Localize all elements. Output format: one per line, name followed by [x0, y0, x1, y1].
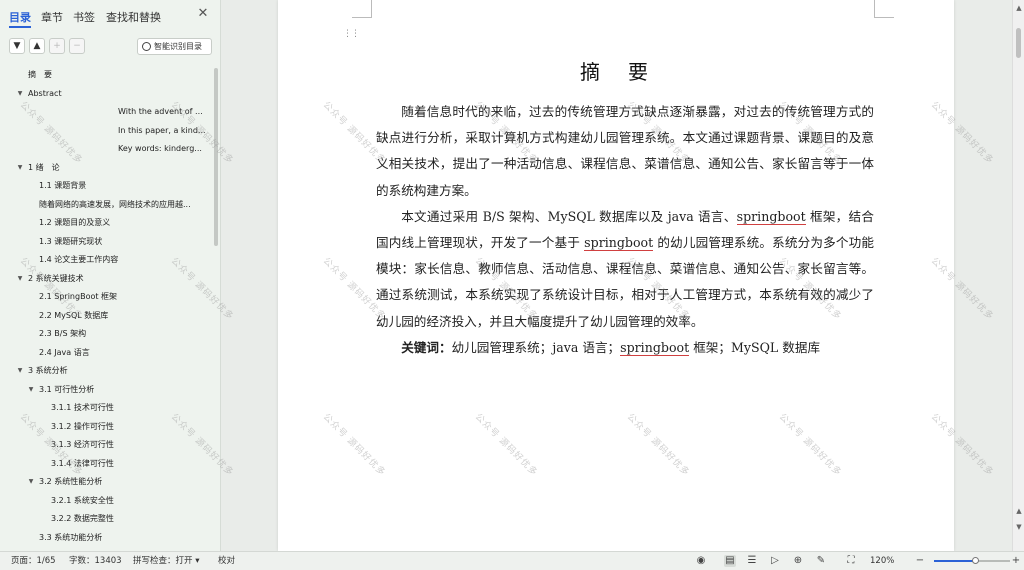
- toc-item[interactable]: 3.1.2 操作可行性: [51, 418, 208, 436]
- zoom-slider-knob[interactable]: [971, 557, 979, 564]
- tab-sections[interactable]: 章节: [41, 9, 63, 25]
- status-bar: 页面：1/65 字数：13403 拼写检查：打开 ▾ 校对 ◉ ▤ ☰ ▷ ⊕ …: [0, 551, 1024, 570]
- text-run: 本文通过采用 B/S 架构、MySQL 数据库以及 java 语言、: [401, 208, 737, 224]
- toc-item[interactable]: 3 系统分析: [28, 362, 208, 380]
- expand-caret-icon[interactable]: ▼: [16, 85, 24, 103]
- toc-item[interactable]: With the advent of ...: [118, 103, 208, 121]
- toc-item[interactable]: 3.2.1 系统安全性: [51, 492, 208, 510]
- scroll-down-icon[interactable]: ▼: [1015, 522, 1023, 532]
- web-icon[interactable]: ⊕: [792, 555, 804, 567]
- zoom-out-icon[interactable]: −: [914, 555, 926, 567]
- toc-item[interactable]: 3.3 系统功能分析: [39, 529, 208, 547]
- abstract-paragraph-1: 随着信息时代的来临，过去的传统管理方式缺点逐渐暴露，对过去的传统管理方式的缺点进…: [376, 104, 874, 198]
- navigation-pane: 目录 章节 书签 查找和替换 ✕ ▼ ▲ + − 智能识别目录 摘 要 ▼ Abst…: [0, 0, 221, 551]
- scrollbar-thumb[interactable]: [1016, 28, 1021, 58]
- chevron-up-icon[interactable]: ▲: [29, 38, 45, 54]
- toc-item[interactable]: 3.2.2 数据完整性: [51, 510, 208, 528]
- smart-toc-label: 智能识别目录: [154, 42, 202, 51]
- eye-icon[interactable]: ◉: [695, 555, 707, 567]
- expand-caret-icon[interactable]: ▼: [27, 473, 35, 491]
- drag-handle-icon[interactable]: ⋮⋮: [343, 28, 360, 40]
- outline-view-icon[interactable]: ☰: [746, 555, 758, 567]
- smart-recognize-icon: [142, 42, 151, 51]
- smart-toc-button[interactable]: 智能识别目录: [137, 38, 212, 55]
- spell-check-toggle[interactable]: 拼写检查：打开 ▾: [133, 552, 199, 570]
- toc-item[interactable]: Abstract: [28, 85, 208, 103]
- pen-icon[interactable]: ✎: [815, 555, 827, 567]
- expand-caret-icon[interactable]: ▼: [16, 362, 24, 380]
- text-run: 框架；MySQL 数据库: [689, 339, 821, 355]
- toc-item[interactable]: 1.4 论文主要工作内容: [39, 251, 208, 269]
- toc-toolbar: ▼ ▲ + − 智能识别目录: [0, 38, 221, 58]
- document-page[interactable]: ⋮⋮ 摘 要 随着信息时代的来临，过去的传统管理方式缺点逐渐暴露，对过去的传统管…: [278, 0, 954, 551]
- zoom-level[interactable]: 120%: [870, 552, 894, 570]
- spellcheck-word: springboot: [620, 339, 690, 356]
- toc-item[interactable]: 2.1 SpringBoot 框架: [39, 288, 208, 306]
- page-margin-corner-right: [874, 0, 894, 18]
- toc-item[interactable]: 2 系统关键技术: [28, 270, 208, 288]
- spellcheck-word: springboot: [736, 208, 806, 225]
- toc-item[interactable]: 随着网络的高速发展，网络技术的应用越...: [39, 196, 208, 214]
- document-body[interactable]: 随着信息时代的来临，过去的传统管理方式缺点逐渐暴露，对过去的传统管理方式的缺点进…: [376, 99, 874, 361]
- zoom-in-icon[interactable]: +: [1010, 555, 1022, 567]
- chevron-down-icon[interactable]: ▼: [9, 38, 25, 54]
- page-indicator[interactable]: 页面：1/65: [11, 552, 56, 570]
- toc-item[interactable]: 2.4 Java 语言: [39, 344, 208, 362]
- spellcheck-word: springboot: [584, 235, 654, 252]
- toc-item[interactable]: 1.1 课题背景: [39, 177, 208, 195]
- document-canvas: ⋮⋮ 摘 要 随着信息时代的来临，过去的传统管理方式缺点逐渐暴露，对过去的传统管…: [222, 0, 1012, 551]
- text-run: 幼儿园管理系统；java 语言；: [451, 339, 621, 355]
- minus-icon[interactable]: −: [69, 38, 85, 54]
- toc-item[interactable]: 3.1 可行性分析: [39, 381, 208, 399]
- vertical-scrollbar[interactable]: ▲ ▲ ▼: [1012, 0, 1024, 551]
- expand-caret-icon[interactable]: ▼: [16, 270, 24, 288]
- nav-tab-bar: 目录 章节 书签 查找和替换 ✕: [0, 0, 221, 32]
- toc-item[interactable]: 1.2 课题目的及意义: [39, 214, 208, 232]
- plus-icon[interactable]: +: [49, 38, 65, 54]
- toc-item[interactable]: 3.1.3 经济可行性: [51, 436, 208, 454]
- toc-item[interactable]: 2.2 MySQL 数据库: [39, 307, 208, 325]
- toc-item[interactable]: In this paper, a kind...: [118, 122, 208, 140]
- toc-item[interactable]: 3.1.1 技术可行性: [51, 399, 208, 417]
- page-view-icon[interactable]: ▤: [724, 555, 736, 567]
- expand-caret-icon[interactable]: ▼: [27, 381, 35, 399]
- play-icon[interactable]: ▷: [769, 555, 781, 567]
- keywords-paragraph: 关键词：幼儿园管理系统；java 语言；springboot 框架；MySQL …: [376, 335, 874, 361]
- zoom-slider-fill: [934, 560, 976, 562]
- proofread-button[interactable]: 校对: [218, 552, 235, 570]
- fit-page-icon[interactable]: ⛶: [845, 555, 857, 567]
- scroll-up-icon[interactable]: ▲: [1015, 506, 1023, 516]
- toc-item[interactable]: 2.3 B/S 架构: [39, 325, 208, 343]
- toc-item[interactable]: 1 绪 论: [28, 159, 208, 177]
- tab-find-replace[interactable]: 查找和替换: [106, 9, 161, 25]
- tab-toc[interactable]: 目录: [9, 9, 31, 25]
- page-margin-corner-left: [352, 0, 372, 18]
- toc-outline: 摘 要 ▼ Abstract With the advent of ... In thi…: [0, 66, 212, 546]
- keywords-label: 关键词：: [401, 339, 452, 355]
- word-count[interactable]: 字数：13403: [69, 552, 122, 570]
- scroll-up-icon[interactable]: ▲: [1015, 3, 1023, 13]
- active-tab-indicator: [9, 26, 31, 28]
- toc-item[interactable]: 3.1.4 法律可行性: [51, 455, 208, 473]
- nav-scrollbar-thumb[interactable]: [214, 68, 218, 246]
- zoom-slider[interactable]: [934, 557, 1010, 564]
- toc-item[interactable]: 3.2 系统性能分析: [39, 473, 208, 491]
- tab-bookmarks[interactable]: 书签: [73, 9, 95, 25]
- toc-item[interactable]: 1.3 课题研究现状: [39, 233, 208, 251]
- expand-caret-icon[interactable]: ▼: [16, 159, 24, 177]
- document-title: 摘 要: [580, 60, 652, 84]
- close-icon[interactable]: ✕: [196, 7, 210, 21]
- abstract-paragraph-2: 本文通过采用 B/S 架构、MySQL 数据库以及 java 语言、spring…: [376, 204, 874, 335]
- toc-item[interactable]: 摘 要: [28, 66, 208, 84]
- toc-item[interactable]: Key words: kinderg...: [118, 140, 208, 158]
